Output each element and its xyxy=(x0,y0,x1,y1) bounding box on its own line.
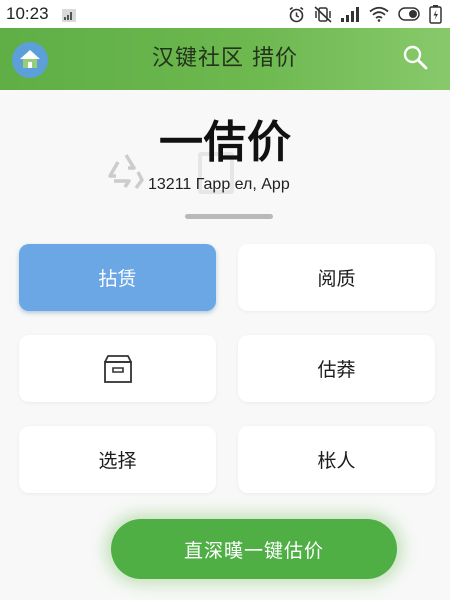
hero-subtitle: 13211 Гарр ел, Арр xyxy=(148,176,290,193)
option-label: 拈赁 xyxy=(98,268,137,290)
search-icon[interactable] xyxy=(402,44,428,70)
app-bar: 汉键社区 措价 xyxy=(0,28,450,90)
option-label: 阅质 xyxy=(317,268,356,290)
wifi-icon xyxy=(369,6,389,22)
option-label: 估莽 xyxy=(317,359,356,381)
alarm-icon xyxy=(289,6,304,22)
battery-icon xyxy=(429,4,442,24)
option-1[interactable]: 拈赁 xyxy=(19,244,216,311)
option-6[interactable]: 枨人 xyxy=(238,426,435,493)
sim-signal-icon xyxy=(62,9,76,22)
estimate-button-label: 直深暵一键估价 xyxy=(183,539,324,562)
divider xyxy=(185,214,273,219)
status-icons xyxy=(288,4,442,24)
status-bar: 10:23 xyxy=(0,0,450,28)
option-label: 枨人 xyxy=(317,450,356,472)
option-5[interactable]: 选择 xyxy=(19,426,216,493)
vibrate-off-icon xyxy=(314,5,332,23)
estimate-button[interactable]: 直深暵一键估价 xyxy=(111,519,397,579)
toggle-icon xyxy=(398,7,420,21)
box-icon xyxy=(103,354,132,383)
page-title: 汉键社区 措价 xyxy=(152,46,298,71)
status-time: 10:23 xyxy=(6,4,49,23)
option-2[interactable]: 阅质 xyxy=(238,244,435,311)
option-label: 选择 xyxy=(98,450,137,472)
cell-signal-icon xyxy=(341,6,359,22)
hero-title: 一佶价 xyxy=(159,117,291,168)
option-box[interactable] xyxy=(19,335,216,402)
option-4[interactable]: 估莽 xyxy=(238,335,435,402)
